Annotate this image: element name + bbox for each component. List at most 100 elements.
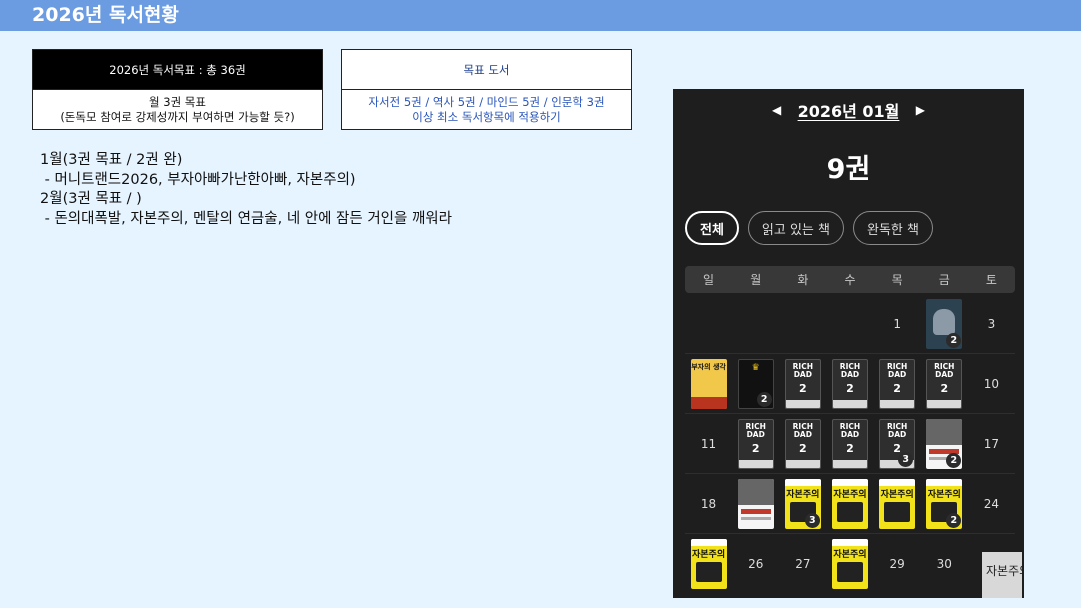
book-cover[interactable]	[737, 478, 774, 529]
calendar-day[interactable]: RICH DAD 2	[826, 414, 873, 473]
calendar-day	[779, 294, 826, 353]
book-cover[interactable]: 2	[926, 418, 963, 469]
calendar-day[interactable]: 11	[685, 414, 732, 473]
calendar-day[interactable]: 24	[968, 474, 1015, 533]
book-count-badge: 3	[898, 451, 914, 467]
book-cover[interactable]: 자본주의	[831, 539, 868, 589]
book-cover-band	[926, 478, 963, 486]
book-cover[interactable]: 부자의 생각	[690, 358, 727, 409]
calendar-day[interactable]: 17	[968, 414, 1015, 473]
book-cover-image	[836, 562, 863, 582]
prev-month-icon[interactable]: ◀	[764, 98, 790, 122]
book-cover-strip	[880, 399, 915, 408]
book-cover-title: RICH DAD	[886, 361, 908, 379]
calendar-day[interactable]: 29	[874, 534, 921, 594]
book-cover-title: 자본주의	[927, 489, 961, 500]
book-cover-number: 2	[799, 381, 807, 395]
book-cover[interactable]: RICH DAD 2	[737, 418, 774, 469]
weekday-label: 화	[797, 273, 809, 287]
book-cover[interactable]: RICH DAD 2	[784, 418, 821, 469]
filter-reading[interactable]: 읽고 있는 책	[747, 211, 844, 245]
weekday-label: 금	[938, 273, 950, 287]
target-books-body: 자서전 5권 / 역사 5권 / 마인드 5권 / 인문학 3권 이상 최소 독…	[342, 90, 631, 130]
book-cover[interactable]: ♛ 2	[737, 358, 774, 409]
book-cover-number: 2	[893, 381, 901, 395]
book-cover[interactable]: 2	[926, 298, 963, 349]
note-line: - 돈의대폭발, 자본주의, 멘탈의 연금술, 네 안에 잠든 거인을 깨워라	[40, 210, 452, 227]
calendar-week: 1 23	[685, 294, 1015, 354]
calendar-day[interactable]: RICH DAD 2	[779, 354, 826, 413]
book-cover-title: RICH DAD	[745, 421, 766, 439]
book-cover[interactable]: 자본주의	[690, 539, 727, 589]
book-cover-title: 자본주의	[692, 550, 726, 560]
book-cover[interactable]: RICH DAD 2	[831, 358, 868, 409]
calendar-day[interactable]: 10	[968, 354, 1015, 413]
book-cover-title: RICH DAD	[839, 361, 861, 379]
calendar-day[interactable]: 자본주의	[826, 534, 873, 594]
book-cover[interactable]: RICH DAD 2	[926, 358, 963, 409]
book-cover[interactable]: 자본주의	[831, 478, 868, 529]
calendar-day[interactable]	[732, 474, 779, 533]
next-month-icon[interactable]: ▶	[907, 98, 933, 122]
book-count: 9권	[826, 154, 871, 185]
calendar-day[interactable]: 자본주의 3	[779, 474, 826, 533]
book-cover-partial[interactable]: 자본주의	[982, 552, 1022, 598]
calendar-day[interactable]: ♛ 2	[732, 354, 779, 413]
book-cover[interactable]: 자본주의	[879, 478, 916, 529]
book-count-badge: 2	[946, 452, 962, 468]
book-cover-number: 2	[799, 441, 807, 455]
book-cover[interactable]: RICH DAD 2	[784, 358, 821, 409]
calendar-day[interactable]: 27	[779, 534, 826, 594]
book-count-badge: 2	[946, 332, 962, 348]
weekday-header: 일 월 화 수 목 금 토	[685, 266, 1015, 293]
book-cover-band	[879, 478, 916, 486]
calendar-day[interactable]: RICH DAD 2 3	[874, 414, 921, 473]
filter-all[interactable]: 전체	[685, 211, 739, 245]
calendar-day[interactable]: 1	[874, 294, 921, 353]
book-count-badge: 2	[756, 391, 772, 407]
calendar-day[interactable]: RICH DAD 2	[874, 354, 921, 413]
book-cover-strip	[785, 459, 820, 468]
note-line: - 머니트랜드2026, 부자아빠가난한아빠, 자본주의)	[40, 171, 356, 188]
book-cover[interactable]: 자본주의 3	[784, 478, 821, 529]
book-cover-title: 자본주의	[880, 489, 914, 500]
calendar-day[interactable]: RICH DAD 2	[826, 354, 873, 413]
book-cover-title: RICH DAD	[792, 361, 814, 379]
calendar-day[interactable]: 자본주의 2	[921, 474, 968, 533]
book-cover-band	[831, 478, 868, 486]
calendar-day[interactable]: RICH DAD 2	[921, 354, 968, 413]
calendar-day[interactable]: 18	[685, 474, 732, 533]
calendar-day[interactable]: 자본주의	[874, 474, 921, 533]
reading-goal-box: 2026년 독서목표 : 총 36권 월 3권 목표 (돈독모 참여로 강제성까…	[32, 49, 323, 130]
calendar-day[interactable]: 자본주의	[826, 474, 873, 533]
note-line: 2월(3권 목표 / )	[40, 191, 142, 207]
monthly-notes: 1월(3권 목표 / 2권 완) - 머니트랜드2026, 부자아빠가난한아빠,…	[40, 151, 452, 229]
crown-icon: ♛	[751, 362, 760, 373]
calendar-day[interactable]: 부자의 생각	[685, 354, 732, 413]
book-cover[interactable]: RICH DAD 2	[879, 358, 916, 409]
book-cover-number: 2	[893, 441, 901, 455]
calendar-day[interactable]: RICH DAD 2	[779, 414, 826, 473]
book-cover-title: 자본주의	[833, 550, 867, 560]
book-cover-band	[831, 539, 868, 546]
book-cover[interactable]: RICH DAD 2	[831, 418, 868, 469]
book-cover-strip	[785, 399, 820, 408]
book-cover-title: 자본주의	[986, 564, 1022, 578]
calendar-day[interactable]: 2	[921, 414, 968, 473]
book-cover-image	[933, 308, 956, 335]
calendar-day[interactable]: RICH DAD 2	[732, 414, 779, 473]
filter-finished[interactable]: 완독한 책	[853, 211, 933, 245]
calendar-day[interactable]: 3	[968, 294, 1015, 353]
book-cover-image	[737, 478, 774, 505]
calendar-day[interactable]: 30	[921, 534, 968, 594]
book-cover[interactable]: RICH DAD 2 3	[879, 418, 916, 469]
calendar-day[interactable]: 2	[921, 294, 968, 353]
calendar-day	[826, 294, 873, 353]
calendar-day[interactable]: 26	[732, 534, 779, 594]
target-books-heading: 목표 도서	[342, 50, 631, 90]
book-cover-band	[690, 396, 727, 409]
weekday-label: 일	[703, 273, 715, 287]
month-label[interactable]: 2026년 01월	[798, 98, 900, 122]
calendar-day[interactable]: 자본주의	[685, 534, 732, 594]
book-cover[interactable]: 자본주의 2	[926, 478, 963, 529]
